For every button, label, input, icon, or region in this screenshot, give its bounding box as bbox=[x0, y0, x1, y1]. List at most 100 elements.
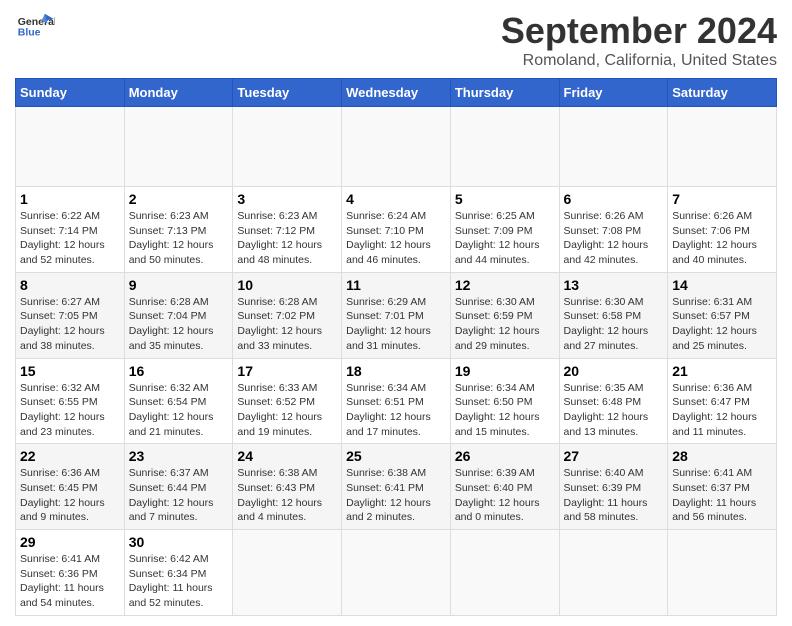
location-title: Romoland, California, United States bbox=[501, 52, 777, 70]
day-number: 19 bbox=[455, 363, 555, 379]
day-info: Sunrise: 6:28 AMSunset: 7:04 PMDaylight:… bbox=[129, 295, 229, 354]
calendar-cell: 10Sunrise: 6:28 AMSunset: 7:02 PMDayligh… bbox=[233, 272, 342, 358]
day-info: Sunrise: 6:34 AMSunset: 6:50 PMDaylight:… bbox=[455, 381, 555, 440]
day-info: Sunrise: 6:42 AMSunset: 6:34 PMDaylight:… bbox=[129, 552, 229, 611]
day-info: Sunrise: 6:30 AMSunset: 6:58 PMDaylight:… bbox=[564, 295, 664, 354]
day-info: Sunrise: 6:34 AMSunset: 6:51 PMDaylight:… bbox=[346, 381, 446, 440]
calendar-cell bbox=[124, 107, 233, 187]
day-info: Sunrise: 6:30 AMSunset: 6:59 PMDaylight:… bbox=[455, 295, 555, 354]
day-number: 7 bbox=[672, 191, 772, 207]
calendar-cell: 28 Sunrise: 6:41 AMSunset: 6:37 PMDayligh… bbox=[668, 444, 777, 530]
week-row-5: 29 Sunrise: 6:41 AMSunset: 6:36 PMDayligh… bbox=[16, 530, 777, 616]
day-info: Sunrise: 6:32 AMSunset: 6:54 PMDaylight:… bbox=[129, 381, 229, 440]
day-info: Sunrise: 6:39 AMSunset: 6:40 PMDaylight:… bbox=[455, 466, 555, 525]
calendar-cell: 12Sunrise: 6:30 AMSunset: 6:59 PMDayligh… bbox=[450, 272, 559, 358]
day-number: 23 bbox=[129, 448, 229, 464]
week-row-1: 1 Sunrise: 6:22 AMSunset: 7:14 PMDaylight… bbox=[16, 187, 777, 273]
day-number: 15 bbox=[20, 363, 120, 379]
day-info: Sunrise: 6:22 AMSunset: 7:14 PMDaylight:… bbox=[20, 209, 120, 268]
week-row-4: 22Sunrise: 6:36 AMSunset: 6:45 PMDayligh… bbox=[16, 444, 777, 530]
day-info: Sunrise: 6:36 AMSunset: 6:45 PMDaylight:… bbox=[20, 466, 120, 525]
day-info: Sunrise: 6:26 AMSunset: 7:06 PMDaylight:… bbox=[672, 209, 772, 268]
calendar-cell: 17Sunrise: 6:33 AMSunset: 6:52 PMDayligh… bbox=[233, 358, 342, 444]
header-cell-monday: Monday bbox=[124, 79, 233, 107]
logo: General Blue bbox=[15, 10, 55, 40]
day-number: 20 bbox=[564, 363, 664, 379]
day-number: 13 bbox=[564, 277, 664, 293]
calendar-cell: 5Sunrise: 6:25 AMSunset: 7:09 PMDaylight… bbox=[450, 187, 559, 273]
calendar-cell bbox=[668, 107, 777, 187]
day-info: Sunrise: 6:40 AMSunset: 6:39 PMDaylight:… bbox=[564, 466, 664, 525]
day-info: Sunrise: 6:26 AMSunset: 7:08 PMDaylight:… bbox=[564, 209, 664, 268]
calendar-cell: 22Sunrise: 6:36 AMSunset: 6:45 PMDayligh… bbox=[16, 444, 125, 530]
day-info: Sunrise: 6:33 AMSunset: 6:52 PMDaylight:… bbox=[237, 381, 337, 440]
calendar-cell: 19 Sunrise: 6:34 AMSunset: 6:50 PMDayligh… bbox=[450, 358, 559, 444]
logo-icon: General Blue bbox=[15, 10, 55, 40]
calendar-cell bbox=[342, 107, 451, 187]
page-header: General Blue September 2024 Romoland, Ca… bbox=[15, 10, 777, 70]
day-number: 30 bbox=[129, 534, 229, 550]
header-cell-wednesday: Wednesday bbox=[342, 79, 451, 107]
header-cell-thursday: Thursday bbox=[450, 79, 559, 107]
day-number: 29 bbox=[20, 534, 120, 550]
day-number: 24 bbox=[237, 448, 337, 464]
day-info: Sunrise: 6:27 AMSunset: 7:05 PMDaylight:… bbox=[20, 295, 120, 354]
day-number: 27 bbox=[564, 448, 664, 464]
calendar-cell: 16 Sunrise: 6:32 AMSunset: 6:54 PMDayligh… bbox=[124, 358, 233, 444]
calendar-cell: 20 Sunrise: 6:35 AMSunset: 6:48 PMDayligh… bbox=[559, 358, 668, 444]
day-number: 4 bbox=[346, 191, 446, 207]
day-info: Sunrise: 6:25 AMSunset: 7:09 PMDaylight:… bbox=[455, 209, 555, 268]
month-title: September 2024 bbox=[501, 10, 777, 52]
calendar-cell bbox=[342, 530, 451, 616]
day-number: 21 bbox=[672, 363, 772, 379]
day-info: Sunrise: 6:23 AMSunset: 7:12 PMDaylight:… bbox=[237, 209, 337, 268]
calendar-cell: 26Sunrise: 6:39 AMSunset: 6:40 PMDayligh… bbox=[450, 444, 559, 530]
day-number: 3 bbox=[237, 191, 337, 207]
calendar-cell: 6 Sunrise: 6:26 AMSunset: 7:08 PMDaylight… bbox=[559, 187, 668, 273]
calendar-cell: 2Sunrise: 6:23 AMSunset: 7:13 PMDaylight… bbox=[124, 187, 233, 273]
day-info: Sunrise: 6:37 AMSunset: 6:44 PMDaylight:… bbox=[129, 466, 229, 525]
calendar-table: SundayMondayTuesdayWednesdayThursdayFrid… bbox=[15, 78, 777, 616]
header-cell-tuesday: Tuesday bbox=[233, 79, 342, 107]
day-info: Sunrise: 6:36 AMSunset: 6:47 PMDaylight:… bbox=[672, 381, 772, 440]
day-number: 16 bbox=[129, 363, 229, 379]
day-info: Sunrise: 6:32 AMSunset: 6:55 PMDaylight:… bbox=[20, 381, 120, 440]
day-number: 25 bbox=[346, 448, 446, 464]
header-cell-friday: Friday bbox=[559, 79, 668, 107]
day-info: Sunrise: 6:41 AMSunset: 6:36 PMDaylight:… bbox=[20, 552, 120, 611]
calendar-cell: 27 Sunrise: 6:40 AMSunset: 6:39 PMDayligh… bbox=[559, 444, 668, 530]
day-info: Sunrise: 6:31 AMSunset: 6:57 PMDaylight:… bbox=[672, 295, 772, 354]
day-info: Sunrise: 6:38 AMSunset: 6:43 PMDaylight:… bbox=[237, 466, 337, 525]
calendar-cell bbox=[559, 107, 668, 187]
week-row-2: 8 Sunrise: 6:27 AMSunset: 7:05 PMDaylight… bbox=[16, 272, 777, 358]
calendar-cell bbox=[233, 107, 342, 187]
day-number: 18 bbox=[346, 363, 446, 379]
calendar-cell bbox=[16, 107, 125, 187]
calendar-cell: 9Sunrise: 6:28 AMSunset: 7:04 PMDaylight… bbox=[124, 272, 233, 358]
calendar-cell: 1 Sunrise: 6:22 AMSunset: 7:14 PMDaylight… bbox=[16, 187, 125, 273]
day-info: Sunrise: 6:35 AMSunset: 6:48 PMDaylight:… bbox=[564, 381, 664, 440]
calendar-cell: 18 Sunrise: 6:34 AMSunset: 6:51 PMDayligh… bbox=[342, 358, 451, 444]
calendar-cell bbox=[450, 530, 559, 616]
week-row-0 bbox=[16, 107, 777, 187]
calendar-cell: 11Sunrise: 6:29 AMSunset: 7:01 PMDayligh… bbox=[342, 272, 451, 358]
day-number: 6 bbox=[564, 191, 664, 207]
week-row-3: 15 Sunrise: 6:32 AMSunset: 6:55 PMDayligh… bbox=[16, 358, 777, 444]
calendar-cell bbox=[233, 530, 342, 616]
day-number: 28 bbox=[672, 448, 772, 464]
calendar-cell: 13 Sunrise: 6:30 AMSunset: 6:58 PMDayligh… bbox=[559, 272, 668, 358]
calendar-cell bbox=[668, 530, 777, 616]
calendar-cell: 15 Sunrise: 6:32 AMSunset: 6:55 PMDayligh… bbox=[16, 358, 125, 444]
header-cell-saturday: Saturday bbox=[668, 79, 777, 107]
header-row: SundayMondayTuesdayWednesdayThursdayFrid… bbox=[16, 79, 777, 107]
calendar-cell: 4 Sunrise: 6:24 AMSunset: 7:10 PMDaylight… bbox=[342, 187, 451, 273]
day-info: Sunrise: 6:24 AMSunset: 7:10 PMDaylight:… bbox=[346, 209, 446, 268]
day-number: 10 bbox=[237, 277, 337, 293]
calendar-cell: 7 Sunrise: 6:26 AMSunset: 7:06 PMDaylight… bbox=[668, 187, 777, 273]
day-info: Sunrise: 6:41 AMSunset: 6:37 PMDaylight:… bbox=[672, 466, 772, 525]
header-cell-sunday: Sunday bbox=[16, 79, 125, 107]
calendar-cell: 21 Sunrise: 6:36 AMSunset: 6:47 PMDayligh… bbox=[668, 358, 777, 444]
calendar-cell: 8 Sunrise: 6:27 AMSunset: 7:05 PMDaylight… bbox=[16, 272, 125, 358]
day-number: 8 bbox=[20, 277, 120, 293]
day-number: 1 bbox=[20, 191, 120, 207]
